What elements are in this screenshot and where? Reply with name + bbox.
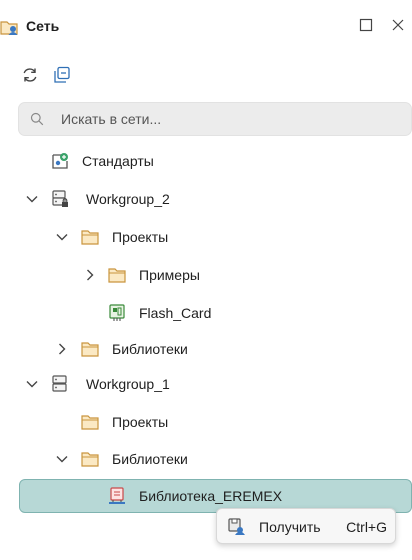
tree-item-label: Flash_Card: [139, 305, 212, 321]
tree-item-standards[interactable]: Стандарты: [0, 143, 412, 179]
tree-item-examples[interactable]: Примеры: [0, 257, 412, 293]
tree-item-projects[interactable]: Проекты: [0, 219, 412, 255]
folder-icon: [80, 339, 100, 359]
tree-item-workgroup-1[interactable]: Workgroup_1: [0, 366, 412, 402]
tree-item-workgroup-2[interactable]: Workgroup_2: [0, 181, 412, 217]
tree-item-label: Workgroup_2: [86, 191, 170, 207]
tree-item-flash-card[interactable]: Flash_Card: [0, 295, 412, 331]
toolbar: [0, 54, 412, 96]
maximize-button[interactable]: [354, 14, 378, 38]
tree-item-label: Проекты: [112, 414, 169, 430]
tree-item-projects[interactable]: Проекты: [0, 404, 412, 440]
chevron-down-icon[interactable]: [24, 191, 40, 207]
chevron-right-icon[interactable]: [54, 341, 70, 357]
tree-item-label: Workgroup_1: [86, 376, 170, 392]
chevron-down-icon[interactable]: [54, 451, 70, 467]
server-icon: [50, 374, 70, 394]
refresh-icon: [21, 66, 39, 87]
tree-item-libraries[interactable]: Библиотеки: [0, 331, 412, 367]
tree-item-label: Библиотека_EREMEX: [139, 488, 283, 504]
network-folder-icon: [0, 17, 20, 37]
search-input[interactable]: [61, 103, 401, 135]
folder-icon: [107, 265, 127, 285]
standards-icon: [50, 151, 70, 171]
tree-item-label: Стандарты: [82, 153, 154, 169]
context-menu: Получить Ctrl+G: [216, 508, 396, 544]
refresh-button[interactable]: [16, 62, 44, 90]
project-board-icon: [107, 303, 127, 323]
collapse-all-button[interactable]: [48, 62, 76, 90]
panel-header: Сеть: [0, 0, 412, 54]
search-icon: [30, 112, 44, 126]
context-menu-label: Получить: [259, 519, 321, 535]
folder-icon: [80, 449, 100, 469]
search-box[interactable]: [18, 102, 412, 136]
tree-item-label: Библиотеки: [112, 341, 188, 357]
close-icon: [391, 18, 405, 35]
network-panel: Сеть Искать в сети... Стандарты Workgrou…: [0, 0, 412, 560]
panel-title: Сеть: [26, 18, 60, 34]
close-button[interactable]: [386, 14, 410, 38]
tree-item-label: Библиотеки: [112, 451, 188, 467]
maximize-icon: [359, 18, 373, 35]
context-menu-shortcut: Ctrl+G: [346, 519, 387, 535]
server-lock-icon: [50, 189, 70, 209]
chevron-down-icon[interactable]: [54, 229, 70, 245]
tree-item-libraries[interactable]: Библиотеки: [0, 441, 412, 477]
context-menu-item-get[interactable]: Получить Ctrl+G: [217, 509, 395, 543]
tree-item-label: Примеры: [139, 267, 200, 283]
tree-item-label: Проекты: [112, 229, 169, 245]
library-icon: [107, 486, 127, 506]
chevron-right-icon[interactable]: [82, 267, 98, 283]
folder-icon: [80, 412, 100, 432]
collapse-all-icon: [53, 66, 71, 87]
chevron-down-icon[interactable]: [24, 376, 40, 392]
folder-icon: [80, 227, 100, 247]
download-save-icon: [227, 517, 245, 535]
